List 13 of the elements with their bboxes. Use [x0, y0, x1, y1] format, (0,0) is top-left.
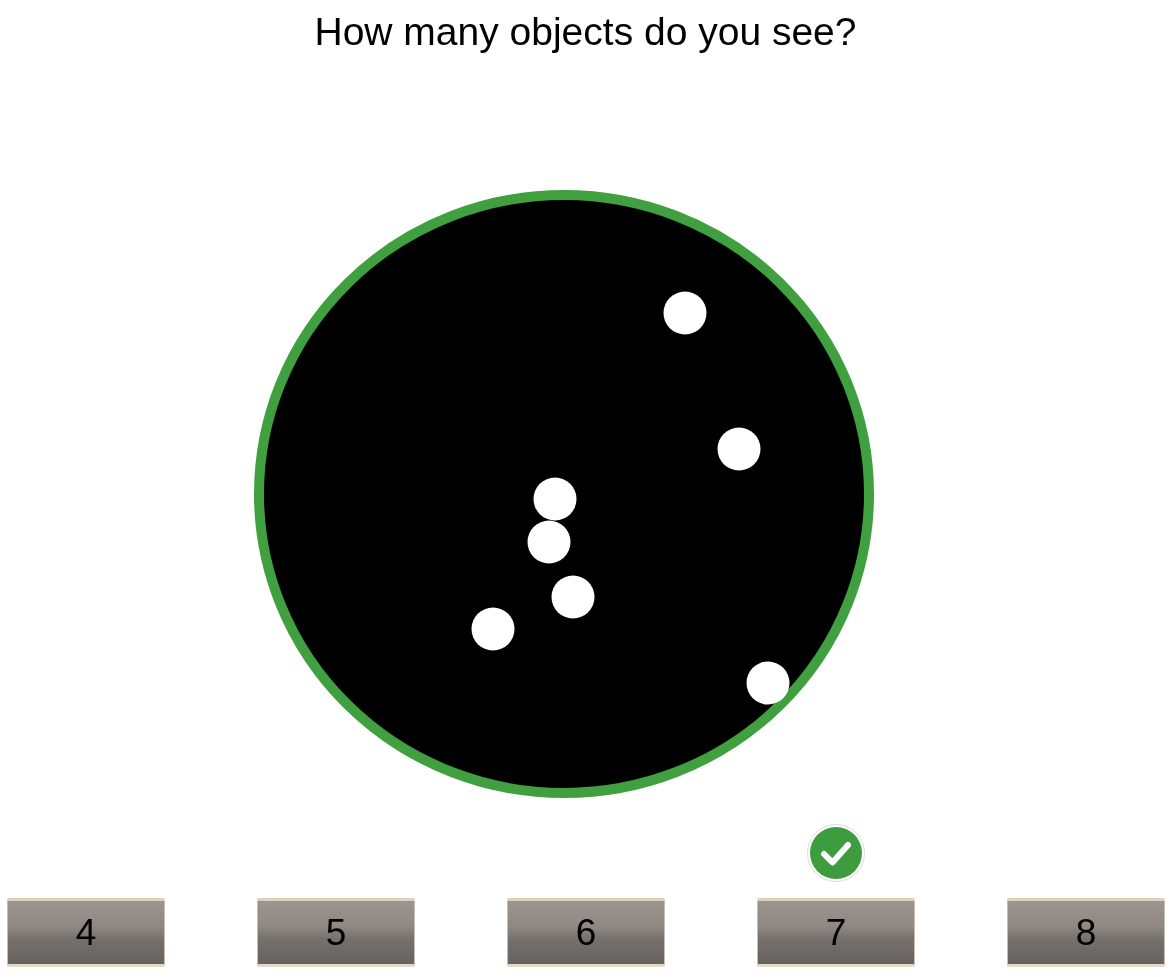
answer-button[interactable]: 8: [1007, 898, 1165, 967]
stimulus-dot: [533, 477, 577, 521]
stimulus-dot: [663, 291, 707, 335]
stimulus-dot: [527, 520, 571, 564]
answer-button[interactable]: 6: [507, 898, 665, 967]
stimulus-dot: [551, 575, 595, 619]
answer-button[interactable]: 7: [757, 898, 915, 967]
stimulus-dot: [471, 607, 515, 651]
question-text: How many objects do you see?: [314, 10, 857, 54]
stimulus-dot: [746, 661, 790, 705]
answer-button[interactable]: 4: [7, 898, 165, 967]
stimulus-dot: [717, 427, 761, 471]
answer-button[interactable]: 5: [257, 898, 415, 967]
